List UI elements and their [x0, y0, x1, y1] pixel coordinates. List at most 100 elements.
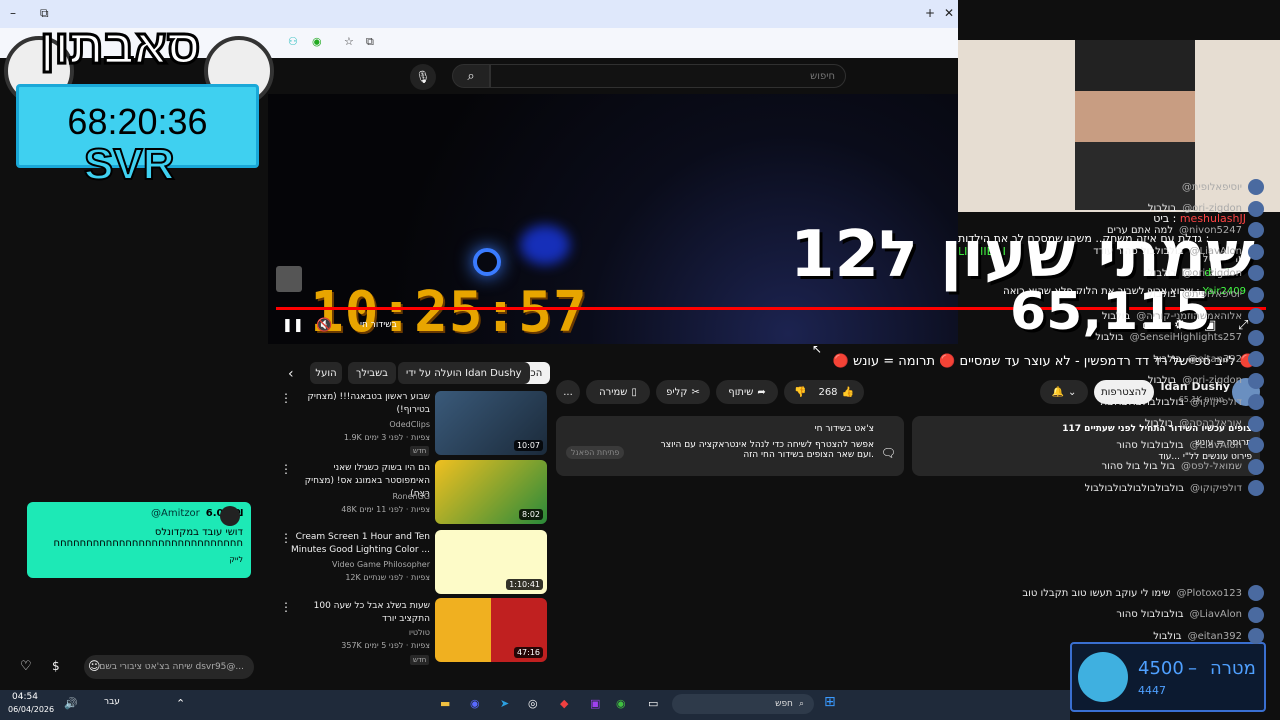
chat-author[interactable]: @יוסיפאלופית — [1182, 182, 1242, 193]
bookmark-star-icon[interactable]: ☆ — [344, 35, 354, 48]
related-thumbnail[interactable]: 10:07 — [435, 391, 547, 455]
notifications-button[interactable]: 🔔 ⌄ — [1040, 380, 1088, 404]
extension-icon[interactable]: ◉ — [312, 35, 322, 48]
chat-author[interactable]: @דולפיקוקו — [1190, 397, 1242, 408]
chat-author[interactable]: @eitan392 — [1188, 631, 1242, 642]
close-window-button[interactable]: ✕ — [944, 6, 954, 20]
related-title[interactable]: 100 שעות בשלג אבל כל שעה התקציב יורד — [290, 600, 430, 626]
related-channel[interactable]: טולטיו — [290, 628, 430, 637]
video-light — [473, 248, 501, 276]
filter-chip-uploader[interactable]: הועלה על ידי Idan Dushy — [398, 362, 530, 384]
dislike-icon[interactable]: 👎 — [794, 387, 806, 398]
more-vert-icon[interactable]: ⋮ — [280, 531, 292, 545]
mute-icon[interactable]: 🔇 — [316, 318, 332, 333]
share-button[interactable]: שיתוף ➦ — [716, 380, 778, 404]
taskbar-search[interactable]: חפש ⌕ — [672, 694, 814, 714]
extension-icon[interactable]: ⧉ — [366, 35, 374, 49]
chat-author[interactable]: @SenseiHighlights257 — [1130, 332, 1242, 343]
chrome-icon[interactable]: ◉ — [616, 697, 626, 710]
filter-chip-for-you[interactable]: בשבילך — [348, 362, 396, 384]
chat-bubble-icon: 🗨 — [880, 446, 896, 460]
more-vert-icon[interactable]: ⋮ — [280, 600, 292, 614]
like-button[interactable]: לייק — [35, 555, 243, 564]
goal-current: 4447 — [1138, 684, 1166, 697]
chat-author[interactable]: @eitan392 — [1188, 354, 1242, 365]
like-icon[interactable]: 👍 — [842, 387, 854, 398]
chevron-up-icon[interactable]: ⌃ — [176, 697, 185, 710]
related-channel[interactable]: RonenGG — [290, 492, 430, 501]
windows-start-icon[interactable]: ⊞ — [824, 694, 836, 710]
chat-message: בולבול @ori-zigdon — [1148, 264, 1264, 282]
files-icon[interactable]: ▭ — [648, 697, 658, 710]
heart-icon[interactable]: ♡ — [20, 659, 32, 674]
related-title[interactable]: שבוע ראשון בטבאגה!!! (מצחיק בטירוף!) — [290, 391, 430, 417]
related-channel[interactable]: OdedClips — [290, 420, 430, 429]
live-chat-card-body: אפשר להצטרף לשיחה כדי לנהל אינטראקציה עם… — [660, 440, 874, 460]
clock-time[interactable]: 04:54 — [12, 692, 38, 702]
chat-author[interactable]: @ori-zigdon — [1182, 375, 1242, 386]
chat-message: בולבול @eitan392 — [1153, 350, 1264, 368]
chat-message-input[interactable]: שיחה בצ'אט ציבורי בשם dsvr95@... — [84, 655, 254, 679]
goal-label: מטרה — [1210, 658, 1256, 679]
chevron-down-icon: ⌄ — [1068, 386, 1077, 398]
chat-author[interactable]: @אוראלבהסה — [1179, 418, 1242, 429]
chat-author[interactable]: @LiavAlon — [1190, 609, 1242, 620]
minimize-button[interactable]: – — [10, 6, 16, 20]
chat-message: בולבול @ori-zigdon — [1148, 200, 1264, 218]
related-thumbnail[interactable]: 47:16 — [435, 598, 547, 662]
clip-button[interactable]: קליפ ✂ — [656, 380, 710, 404]
telegram-icon[interactable]: ➤ — [500, 697, 509, 710]
chat-author[interactable]: @דולפיקוקו — [1190, 483, 1242, 494]
related-title[interactable]: Cream Screen 1 Hour and Ten Minutes Good… — [290, 531, 430, 557]
chat-author[interactable]: @שמואל-לפס — [1181, 461, 1242, 472]
language-indicator[interactable]: עבר — [104, 697, 120, 707]
chat-author[interactable]: @יוסיפאלופית — [1182, 289, 1242, 300]
chat-author[interactable]: @nivon5247 — [1179, 225, 1242, 236]
chat-message-text: בולבול — [1153, 630, 1182, 642]
money-icon[interactable]: $ — [52, 659, 60, 673]
chat-message: בולבולבולבולבולבולבול @דולפיקוקו — [1085, 479, 1264, 497]
avatar — [1248, 222, 1264, 238]
related-channel[interactable]: Video Game Philosopher — [290, 560, 430, 569]
open-panel-button[interactable]: פתיחת הפאנל — [566, 446, 625, 459]
chevron-left-icon[interactable]: ‹ — [288, 366, 294, 382]
chat-author[interactable]: @ori-zigdon — [1182, 203, 1242, 214]
save-button[interactable]: שמירה ▯ — [586, 380, 650, 404]
clock-date[interactable]: 06/04/2026 — [8, 705, 54, 714]
chat-message-text: בולבול — [1144, 418, 1174, 429]
steam-icon[interactable]: ◎ — [528, 697, 538, 710]
chat-author[interactable]: @LiavAlon — [1190, 440, 1242, 451]
emoji-icon[interactable]: ☺ — [88, 659, 101, 673]
new-tab-button[interactable]: + — [925, 6, 935, 20]
avatar — [1248, 458, 1264, 475]
chat-author[interactable]: @ori-zigdon — [1182, 268, 1242, 279]
more-vert-icon[interactable]: ⋮ — [280, 391, 292, 405]
voice-search-icon[interactable]: 🎙 — [410, 64, 436, 90]
avatar — [1248, 200, 1264, 217]
twitch-icon[interactable]: ▣ — [590, 697, 600, 710]
speaker-icon[interactable]: 🔊 — [64, 697, 78, 710]
goal-widget: 4500 – מטרה 4447 — [1070, 642, 1266, 712]
chat-author[interactable]: @Plotoxo123 — [1177, 588, 1242, 599]
restore-button[interactable]: ⧉ — [40, 6, 49, 21]
avatar — [1248, 351, 1264, 367]
avatar — [1248, 308, 1264, 324]
folder-icon[interactable]: ▬ — [440, 697, 450, 710]
related-meta: 48K צפיות · לפני 11 ימים — [341, 505, 430, 514]
chat-author[interactable]: @LiavAlon — [1190, 246, 1242, 257]
more-vert-icon[interactable]: ⋮ — [280, 462, 292, 476]
related-thumbnail[interactable]: 1:10:41 — [435, 530, 547, 594]
extension-icon[interactable]: ⚇ — [288, 35, 298, 48]
chat-message-text: בולבול — [1147, 267, 1177, 279]
save-label: שמירה — [599, 386, 628, 398]
pause-icon[interactable]: ❚❚ — [282, 318, 304, 333]
filter-chip-uploaded[interactable]: הועל — [310, 362, 342, 384]
search-button[interactable]: ⌕ — [452, 64, 490, 88]
chat-input-bar: ♡ $ שיחה בצ'אט ציבורי בשם dsvr95@... ☺ — [0, 655, 268, 681]
app-icon[interactable]: ◆ — [560, 697, 568, 710]
chat-author[interactable]: @אלוהאמשהוזמני-קוריה — [1136, 311, 1242, 322]
discord-icon[interactable]: ◉ — [470, 697, 480, 710]
more-actions-button[interactable]: ... — [556, 380, 580, 404]
search-input[interactable] — [490, 64, 846, 88]
related-thumbnail[interactable]: 8:02 — [435, 460, 547, 524]
